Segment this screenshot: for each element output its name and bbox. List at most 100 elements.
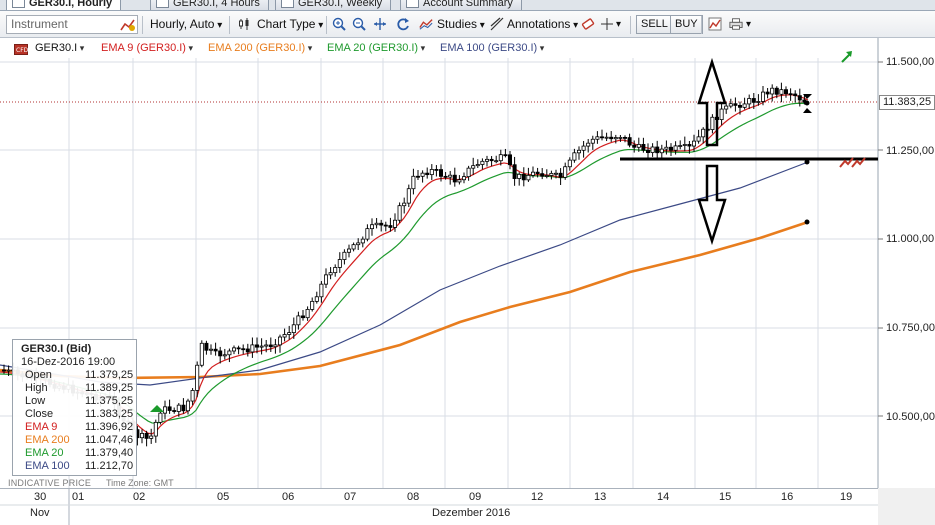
candle-body	[797, 95, 802, 101]
candle-body	[600, 136, 605, 139]
candle-body	[664, 146, 669, 150]
candle-body	[208, 348, 213, 351]
candle-body	[254, 344, 259, 348]
candle-body	[636, 143, 641, 148]
candle-body	[181, 404, 186, 412]
candle-body	[724, 105, 729, 110]
candle-body	[420, 172, 425, 177]
info-row-ema9: EMA 9 11.396,92	[25, 421, 134, 433]
candle-body	[314, 296, 319, 302]
candle-marker-bottom	[803, 108, 812, 113]
candle-body	[751, 98, 756, 103]
candle-body	[457, 179, 462, 183]
candle-body	[2, 369, 7, 372]
candle-body	[655, 146, 660, 154]
candle-body	[452, 174, 457, 183]
arrow-up-indicator-icon	[841, 51, 852, 63]
candle-body	[521, 173, 526, 181]
candle-body	[397, 205, 402, 221]
candle-body	[489, 158, 494, 162]
candle-body	[604, 136, 609, 139]
candle-body	[728, 103, 733, 107]
ema200-endpoint	[804, 219, 810, 225]
candle-body	[770, 87, 775, 95]
info-row-open: Open 11.379,25	[25, 369, 134, 381]
candle-body	[761, 91, 766, 102]
y-label: 11.250,00	[886, 145, 935, 157]
ema100-endpoint	[804, 159, 810, 165]
candle-body	[595, 136, 600, 140]
indicative-price-label: INDICATIVE PRICE	[8, 478, 92, 488]
current-price-tag: 11.383,25	[879, 95, 935, 110]
y-label: 11.500,00	[886, 56, 935, 68]
candle-body	[738, 105, 743, 108]
candle-body	[153, 421, 158, 437]
candle-body	[388, 225, 393, 228]
candle-body	[369, 224, 374, 230]
candle-body	[383, 224, 388, 227]
candle-body	[461, 176, 466, 181]
candle-body	[167, 406, 172, 411]
candle-body	[540, 173, 545, 177]
corner-area	[878, 488, 935, 525]
candle-body	[277, 336, 282, 346]
candle-body	[558, 172, 563, 178]
candle-body	[641, 143, 646, 151]
candle-body	[779, 89, 784, 95]
candle-body	[526, 174, 531, 181]
candle-body	[374, 222, 379, 226]
candle-body	[282, 334, 287, 338]
candle-body	[411, 175, 416, 190]
candle-body	[673, 145, 678, 151]
candle-body	[448, 174, 453, 178]
down-arrow-annotation	[697, 164, 727, 246]
y-axis-ticks	[878, 61, 883, 417]
candle-body	[429, 169, 434, 176]
candle-body	[241, 348, 246, 351]
candle-body	[406, 188, 411, 204]
candle-body	[172, 410, 177, 412]
candle-body	[231, 347, 236, 352]
timezone-label: Time Zone: GMT	[106, 478, 174, 488]
candle-body	[507, 154, 512, 166]
candle-body	[250, 344, 255, 353]
price-chart[interactable]	[0, 0, 935, 488]
buy-signal-marker	[150, 405, 164, 412]
candle-body	[503, 154, 508, 157]
candle-body	[719, 108, 724, 120]
candle-body	[765, 91, 770, 95]
candle-body	[701, 128, 706, 138]
candle-body	[471, 165, 476, 169]
candle-body	[328, 272, 333, 276]
candle-body	[710, 116, 715, 130]
info-row-ema100: EMA 100 11.212,70	[25, 460, 134, 472]
candle-body	[733, 103, 738, 106]
info-title: GER30.I (Bid)	[21, 343, 92, 355]
candle-body	[319, 283, 324, 298]
candle-body	[613, 137, 618, 140]
candle-body	[213, 348, 218, 352]
candle-body	[618, 137, 623, 139]
candle-body	[300, 315, 305, 319]
ohlc-info-box: GER30.I (Bid) 16-Dez-2016 19:00 Open 11.3…	[12, 339, 137, 476]
candle-body	[346, 248, 351, 253]
candle-body	[627, 137, 632, 146]
candle-body	[162, 406, 167, 414]
candle-body	[305, 309, 310, 319]
candle-body	[784, 89, 789, 95]
info-row-low: Low 11.375,25	[25, 395, 134, 407]
candle-body	[443, 175, 448, 178]
candle-body	[149, 435, 154, 439]
candle-body	[742, 103, 747, 108]
candle-body	[245, 348, 250, 353]
candle-body	[512, 164, 517, 179]
candle-body	[199, 342, 204, 366]
x-axis: 30 01 02 05 06 07 08 09 12 13 14 15 16 1…	[0, 488, 878, 525]
candle-body	[158, 412, 163, 423]
candle-body	[480, 160, 485, 165]
candle-body	[531, 171, 536, 176]
candle-body	[190, 390, 195, 402]
candle-body	[438, 169, 443, 177]
candle-body	[696, 136, 701, 142]
candle-body	[535, 171, 540, 175]
